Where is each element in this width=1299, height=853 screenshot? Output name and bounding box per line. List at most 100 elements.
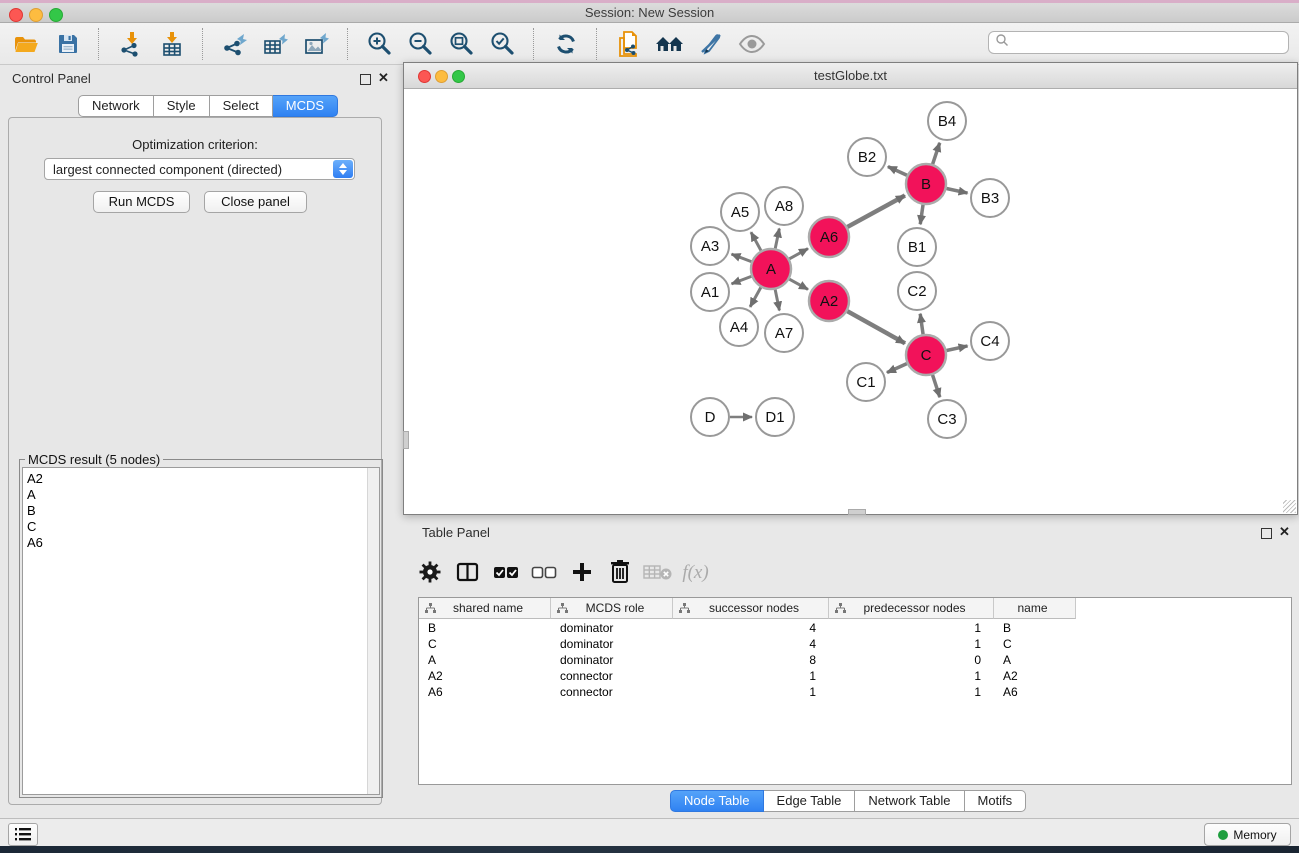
tab-style[interactable]: Style	[154, 95, 210, 117]
graph-edge-A-A8[interactable]	[775, 229, 779, 249]
column-header-name[interactable]: name	[994, 598, 1076, 619]
graph-edge-C-C1[interactable]	[887, 364, 907, 373]
zoom-out-button[interactable]	[400, 26, 441, 62]
graph-edge-A-A6[interactable]	[789, 249, 808, 259]
search-box[interactable]	[988, 31, 1289, 54]
float-panel-icon[interactable]	[360, 74, 371, 85]
graph-node-B3[interactable]: B3	[971, 179, 1009, 217]
show-hidden-button[interactable]	[731, 26, 772, 62]
graph-node-C4[interactable]: C4	[971, 322, 1009, 360]
network-window-titlebar[interactable]: testGlobe.txt	[404, 63, 1297, 89]
memory-button[interactable]: Memory	[1204, 823, 1291, 846]
result-scrollbar[interactable]	[367, 468, 379, 794]
result-item[interactable]: A6	[23, 535, 379, 551]
graph-edge-B-B2[interactable]	[888, 167, 907, 176]
table-tab-network-table[interactable]: Network Table	[855, 790, 964, 812]
graph-node-D1[interactable]: D1	[756, 398, 794, 436]
graph-node-C3[interactable]: C3	[928, 400, 966, 438]
import-table-button[interactable]	[151, 26, 192, 62]
graph-edge-C-C2[interactable]	[920, 314, 923, 334]
mcds-result-list[interactable]: A2ABCA6	[22, 467, 380, 795]
table-float-panel-icon[interactable]	[1261, 528, 1272, 539]
tab-network[interactable]: Network	[78, 95, 154, 117]
graph-node-A6[interactable]: A6	[809, 217, 849, 257]
table-row-C[interactable]: Cdominator41C	[419, 637, 1291, 653]
graph-node-A7[interactable]: A7	[765, 314, 803, 352]
window-titlebar[interactable]: Session: New Session	[0, 3, 1299, 23]
graph-node-C1[interactable]: C1	[847, 363, 885, 401]
table-tab-node-table[interactable]: Node Table	[670, 790, 764, 812]
function-builder-button[interactable]: f(x)	[679, 556, 712, 590]
graph-edge-A-A7[interactable]	[775, 290, 779, 311]
tab-mcds[interactable]: MCDS	[273, 95, 338, 117]
graph-node-A5[interactable]: A5	[721, 193, 759, 231]
graph-node-B[interactable]: B	[906, 164, 946, 204]
export-network-button[interactable]	[214, 26, 255, 62]
column-header-predecessor-nodes[interactable]: predecessor nodes	[829, 598, 994, 619]
first-neighbors-button[interactable]	[649, 26, 690, 62]
graph-node-A1[interactable]: A1	[691, 273, 729, 311]
save-session-button[interactable]	[47, 26, 88, 62]
export-image-button[interactable]	[296, 26, 337, 62]
network-from-selection-button[interactable]	[608, 26, 649, 62]
graph-node-D[interactable]: D	[691, 398, 729, 436]
column-header-successor-nodes[interactable]: successor nodes	[673, 598, 829, 619]
criterion-dropdown[interactable]: largest connected component (directed)	[44, 158, 355, 180]
zoom-fit-button[interactable]	[441, 26, 482, 62]
graph-node-A2[interactable]: A2	[809, 281, 849, 321]
table-row-A[interactable]: Adominator80A	[419, 653, 1291, 669]
delete-column-button[interactable]	[603, 556, 636, 590]
graph-node-B4[interactable]: B4	[928, 102, 966, 140]
import-network-button[interactable]	[110, 26, 151, 62]
graph-edge-A-A2[interactable]	[789, 279, 808, 289]
graph-node-B1[interactable]: B1	[898, 228, 936, 266]
graph-edge-B-B3[interactable]	[947, 188, 968, 193]
result-item[interactable]: A	[23, 487, 379, 503]
column-browser-button[interactable]	[451, 556, 484, 590]
graph-node-C2[interactable]: C2	[898, 272, 936, 310]
bottom-splitter-handle[interactable]	[848, 509, 866, 515]
open-session-button[interactable]	[6, 26, 47, 62]
graph-node-A[interactable]: A	[751, 249, 791, 289]
graph-edge-B-B1[interactable]	[920, 205, 923, 224]
add-column-button[interactable]	[565, 556, 598, 590]
close-panel-button[interactable]: Close panel	[204, 191, 307, 213]
graph-edge-A-A3[interactable]	[732, 254, 752, 261]
result-item[interactable]: C	[23, 519, 379, 535]
delete-table-button[interactable]	[641, 556, 674, 590]
result-item[interactable]: A2	[23, 471, 379, 487]
graph-edge-C-C3[interactable]	[933, 375, 940, 397]
search-input[interactable]	[1009, 34, 1288, 52]
graph-edge-C-C4[interactable]	[947, 346, 968, 351]
refresh-button[interactable]	[545, 26, 586, 62]
table-row-A6[interactable]: A6connector11A6	[419, 685, 1291, 701]
graph-edge-A2-C[interactable]	[847, 311, 905, 343]
resize-grip-icon[interactable]	[1283, 500, 1296, 513]
deselect-all-button[interactable]	[527, 556, 560, 590]
zoom-in-button[interactable]	[359, 26, 400, 62]
graph-edge-A-A1[interactable]	[732, 276, 752, 283]
export-table-button[interactable]	[255, 26, 296, 62]
hide-selected-button[interactable]	[690, 26, 731, 62]
graph-node-A8[interactable]: A8	[765, 187, 803, 225]
select-all-button[interactable]	[489, 556, 522, 590]
column-header-MCDS-role[interactable]: MCDS role	[551, 598, 673, 619]
graph-node-C[interactable]: C	[906, 335, 946, 375]
run-mcds-button[interactable]: Run MCDS	[93, 191, 190, 213]
column-header-shared-name[interactable]: shared name	[419, 598, 551, 619]
graph-edge-A-A4[interactable]	[750, 287, 761, 306]
zoom-selected-button[interactable]	[482, 26, 523, 62]
network-canvas[interactable]: B4B2BB3A8A5A6A3B1AA1C2A2A4A7C4CC1C3DD1	[404, 89, 1297, 514]
task-history-button[interactable]	[8, 823, 38, 846]
graph-edge-A-A5[interactable]	[751, 232, 761, 250]
graph-edge-B-B4[interactable]	[933, 143, 940, 164]
table-row-B[interactable]: Bdominator41B	[419, 621, 1291, 637]
gear-button[interactable]	[413, 556, 446, 590]
left-splitter-handle[interactable]	[403, 431, 409, 449]
graph-node-A4[interactable]: A4	[720, 308, 758, 346]
table-row-A2[interactable]: A2connector11A2	[419, 669, 1291, 685]
tab-select[interactable]: Select	[210, 95, 273, 117]
graph-edge-A6-B[interactable]	[847, 196, 905, 227]
result-item[interactable]: B	[23, 503, 379, 519]
graph-node-A3[interactable]: A3	[691, 227, 729, 265]
